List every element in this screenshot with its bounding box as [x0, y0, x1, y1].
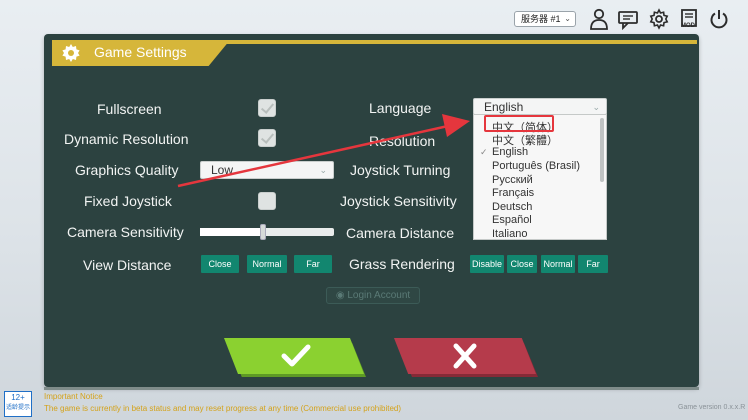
- cancel-button[interactable]: [394, 338, 536, 374]
- warning-title: Important Notice: [44, 392, 103, 401]
- check-icon: [281, 344, 311, 367]
- age-rating-caption: 适龄提示: [5, 405, 30, 411]
- close-icon: [453, 343, 477, 369]
- user-icon: ◉: [335, 290, 345, 301]
- login-account-label: Login Account: [347, 290, 411, 301]
- annotation-arrow: [177, 114, 470, 188]
- warning-text: The game is currently in beta status and…: [44, 404, 402, 413]
- age-rating-label: 12+: [11, 393, 25, 402]
- age-rating-badge: 12+ 适龄提示: [4, 391, 32, 417]
- game-version: Game version 0.x.x.R: [678, 404, 746, 411]
- login-account-button[interactable]: ◉ Login Account: [326, 287, 420, 304]
- confirm-button[interactable]: [224, 338, 364, 374]
